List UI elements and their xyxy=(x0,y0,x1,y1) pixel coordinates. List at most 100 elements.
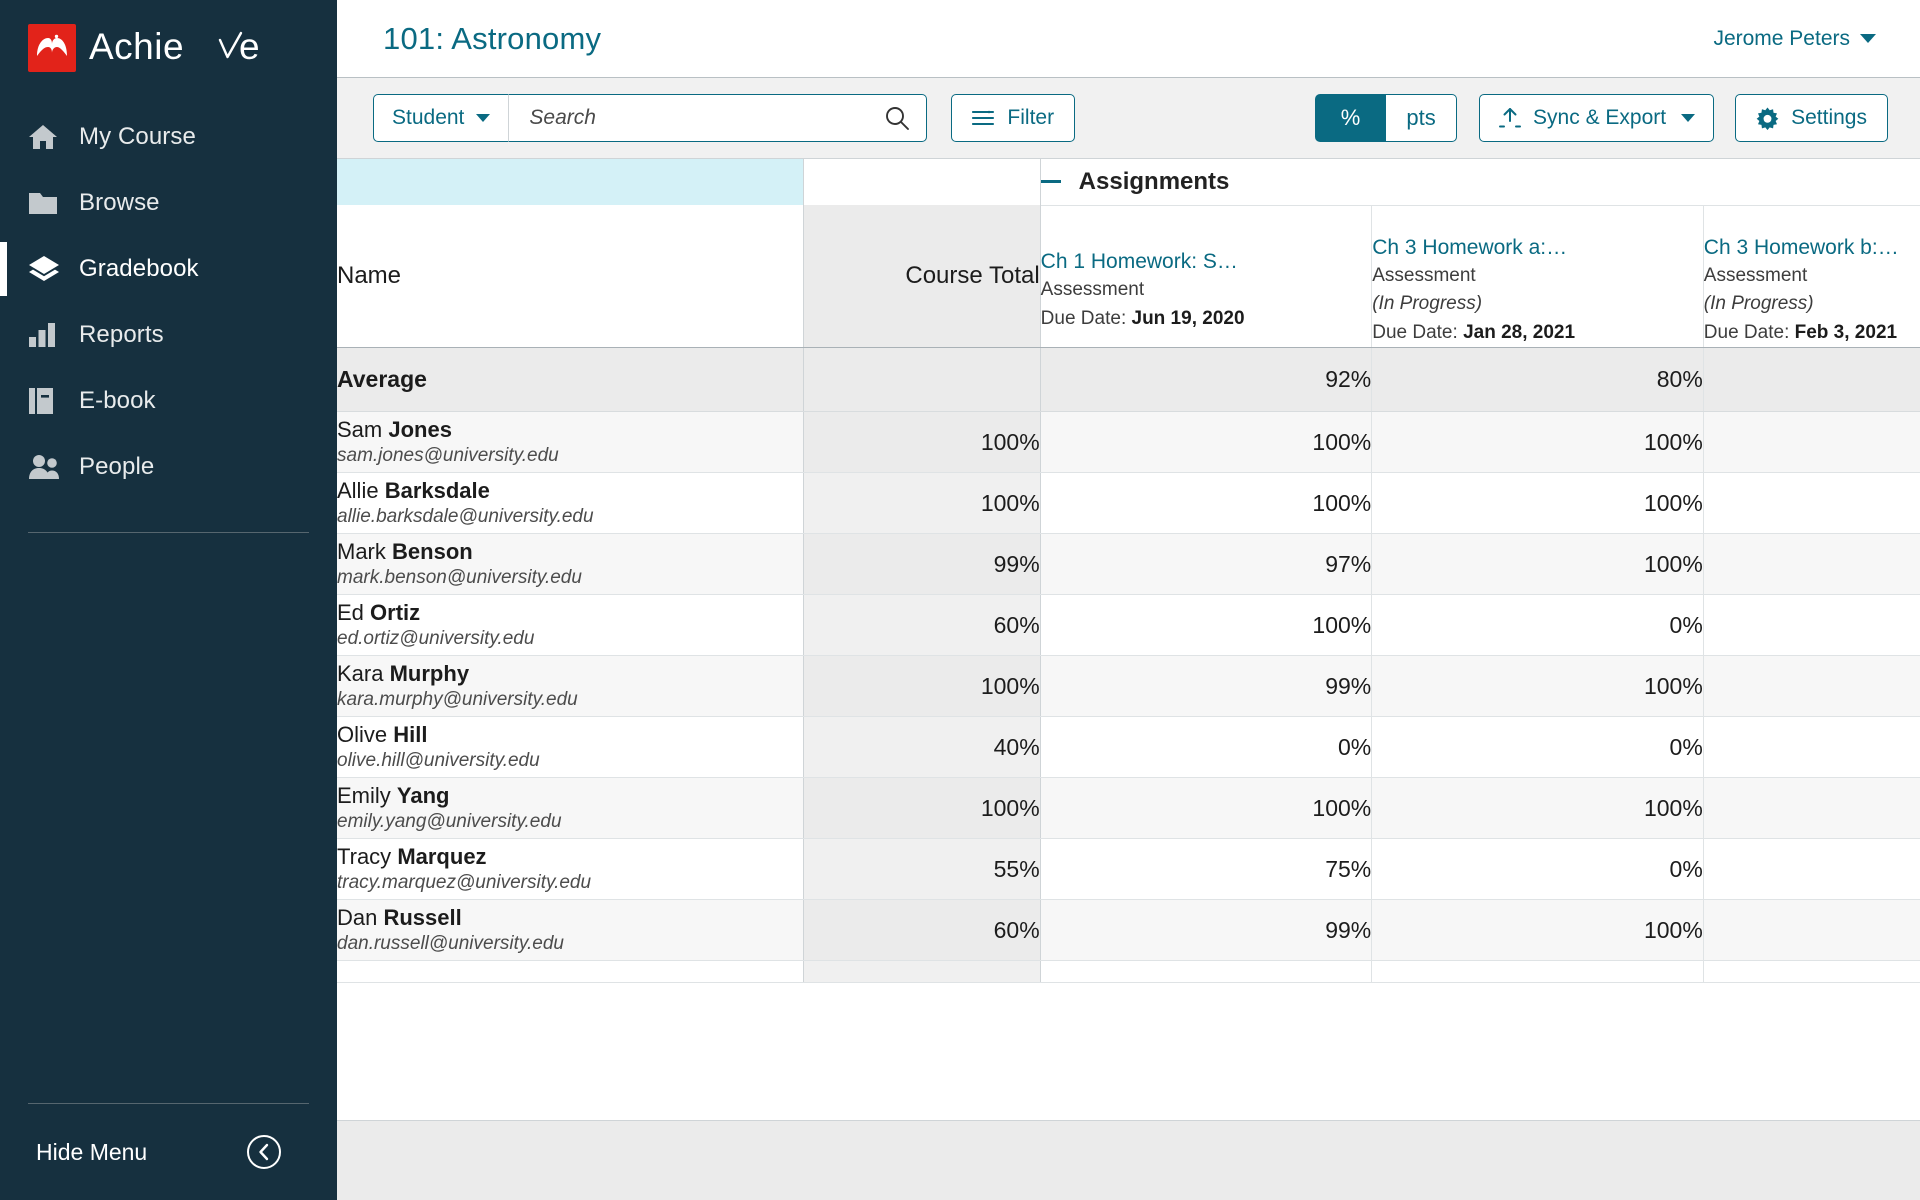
average-row: Average 92% 80% 89% 86% xyxy=(337,347,1920,413)
column-header-assignment[interactable]: Ch 3 Homework a:… Assessment (In Progres… xyxy=(1371,205,1704,349)
student-first-name: Sam xyxy=(337,416,383,442)
column-header-name[interactable]: Name xyxy=(337,205,805,349)
table-row[interactable]: Kara Murphy kara.murphy@university.edu 100… xyxy=(337,655,1920,718)
group-row-total-spacer xyxy=(803,159,1041,205)
filter-button[interactable]: Filter xyxy=(951,94,1076,142)
assignment-title-link[interactable]: Ch 1 Homework: S… xyxy=(1041,248,1372,276)
course-total-cell[interactable]: 55% xyxy=(803,838,1041,901)
student-name-cell[interactable]: Ed Ortiz ed.ortiz@university.edu xyxy=(337,594,805,657)
collapse-group-icon[interactable] xyxy=(1040,180,1061,184)
grade-cell[interactable]: 100% xyxy=(1703,472,1920,535)
grade-cell[interactable]: 0% xyxy=(1371,594,1704,657)
student-first-name: Allie xyxy=(337,477,379,503)
student-name: Allie Barksdale xyxy=(337,477,803,505)
course-total-cell[interactable]: 40% xyxy=(803,716,1041,779)
grade-cell[interactable]: 0% xyxy=(1040,716,1373,779)
table-row[interactable]: Mark Benson mark.benson@university.edu 99%… xyxy=(337,533,1920,596)
student-last-name: Barksdale xyxy=(384,477,490,503)
student-name-cell[interactable]: Sam Jones sam.jones@university.edu xyxy=(337,411,805,474)
student-last-name: Hill xyxy=(393,721,428,747)
grade-cell[interactable]: 100% xyxy=(1703,716,1920,779)
student-name-cell[interactable]: Kara Murphy kara.murphy@university.edu xyxy=(337,655,805,718)
search-input[interactable] xyxy=(529,106,885,130)
grade-cell[interactable]: 100% xyxy=(1703,411,1920,474)
student-name: Sam Jones xyxy=(337,416,803,444)
grade-cell[interactable]: 100% xyxy=(1371,899,1704,962)
unit-toggle-points[interactable]: pts xyxy=(1386,94,1458,142)
sidebar-item-browse[interactable]: Browse xyxy=(0,170,337,236)
course-total-cell[interactable]: 100% xyxy=(803,411,1041,474)
column-header-assignment[interactable]: Ch 3 Homework b:… Assessment (In Progres… xyxy=(1703,205,1920,349)
grade-cell[interactable]: 100% xyxy=(1703,655,1920,718)
assignment-title-link[interactable]: Ch 3 Homework b:… xyxy=(1704,234,1920,262)
grade-cell[interactable]: 100% xyxy=(1703,838,1920,901)
sidebar-item-people[interactable]: People xyxy=(0,434,337,500)
course-total-cell[interactable]: 99% xyxy=(803,533,1041,596)
course-total-cell[interactable]: 100% xyxy=(803,472,1041,535)
grade-cell[interactable]: 100% xyxy=(1703,533,1920,596)
grade-cell[interactable]: 100% xyxy=(1371,533,1704,596)
grade-cell[interactable]: 75% xyxy=(1040,838,1373,901)
student-last-name: Ortiz xyxy=(370,599,421,625)
search-icon[interactable] xyxy=(884,105,910,131)
grade-cell[interactable]: 100% xyxy=(1040,411,1373,474)
student-name-cell[interactable]: Olive Hill olive.hill@university.edu xyxy=(337,716,805,779)
grade-cell[interactable]: 100% xyxy=(1371,777,1704,840)
table-row[interactable]: Olive Hill olive.hill@university.edu 40% 0%… xyxy=(337,716,1920,779)
hide-menu-button[interactable]: Hide Menu xyxy=(0,1104,337,1200)
grade-cell[interactable]: 100% xyxy=(1371,411,1704,474)
student-name-cell[interactable]: Emily Yang emily.yang@university.edu xyxy=(337,777,805,840)
grade-cell[interactable]: 100% xyxy=(1371,472,1704,535)
user-menu[interactable]: Jerome Peters xyxy=(1713,27,1876,51)
course-total-cell[interactable]: 100% xyxy=(803,777,1041,840)
student-name-cell[interactable]: Mark Benson mark.benson@university.edu xyxy=(337,533,805,596)
grade-cell[interactable]: 0% xyxy=(1371,716,1704,779)
sidebar-item-reports[interactable]: Reports xyxy=(0,302,337,368)
table-row[interactable]: Emily Yang emily.yang@university.edu 100% 1… xyxy=(337,777,1920,840)
grade-cell[interactable]: 100% xyxy=(1040,594,1373,657)
sync-export-button[interactable]: Sync & Export xyxy=(1479,94,1715,142)
sidebar-item-e-book[interactable]: E-book xyxy=(0,368,337,434)
course-total-cell[interactable]: 100% xyxy=(803,655,1041,718)
bar-chart-icon xyxy=(28,322,68,348)
filter-icon xyxy=(972,109,995,127)
assignments-group-header: Assignments xyxy=(1040,159,1920,206)
unit-toggle-percent[interactable]: % xyxy=(1315,94,1387,142)
table-row[interactable]: Ed Ortiz ed.ortiz@university.edu 60% 100% 0%… xyxy=(337,594,1920,657)
grade-cell[interactable]: 100% xyxy=(1703,899,1920,962)
grade-cell[interactable]: 0% xyxy=(1371,838,1704,901)
student-name-cell[interactable]: Dan Russell dan.russell@university.edu xyxy=(337,899,805,962)
student-last-name: Murphy xyxy=(389,660,470,686)
grade-cell[interactable]: 99% xyxy=(1040,899,1373,962)
search-box[interactable] xyxy=(508,94,928,142)
grade-cell[interactable]: 99% xyxy=(1040,655,1373,718)
student-name-cell[interactable]: Tracy Marquez tracy.marquez@university.ed… xyxy=(337,838,805,901)
student-name-cell[interactable]: Allie Barksdale allie.barksdale@universit… xyxy=(337,472,805,535)
assignment-title-link[interactable]: Ch 3 Homework a:… xyxy=(1372,234,1703,262)
table-row[interactable]: Allie Barksdale allie.barksdale@universit… xyxy=(337,472,1920,535)
table-row[interactable]: Sam Jones sam.jones@university.edu 100% 100… xyxy=(337,411,1920,474)
grade-cell[interactable]: 100% xyxy=(1703,777,1920,840)
assignment-due: Due Date: Jun 19, 2020 xyxy=(1040,307,1245,329)
sidebar-item-my-course[interactable]: My Course xyxy=(0,104,337,170)
macmillan-logo-icon xyxy=(28,24,76,72)
settings-button[interactable]: Settings xyxy=(1735,94,1888,142)
grade-cell[interactable]: 100% xyxy=(1040,472,1373,535)
table-row[interactable]: Dan Russell dan.russell@university.edu 60%… xyxy=(337,899,1920,962)
grade-cell[interactable]: 100% xyxy=(1040,777,1373,840)
course-total-cell[interactable]: 60% xyxy=(803,594,1041,657)
column-header-assignment[interactable]: Ch 1 Homework: S… Assessment Due Date: J… xyxy=(1040,205,1373,349)
grade-cell[interactable]: 97% xyxy=(1040,533,1373,596)
grade-cell[interactable]: 100% xyxy=(1371,655,1704,718)
column-header-course-total[interactable]: Course Total xyxy=(803,205,1041,349)
table-row[interactable]: Tracy Marquez tracy.marquez@university.ed… xyxy=(337,838,1920,901)
table-row-partial[interactable] xyxy=(337,960,1920,984)
sidebar-item-gradebook[interactable]: Gradebook xyxy=(0,236,337,302)
student-first-name: Olive xyxy=(337,721,388,747)
gradebook-grid[interactable]: Assignments Name Course Total Ch 1 Homew… xyxy=(337,159,1920,1200)
student-filter-dropdown[interactable]: Student xyxy=(373,94,509,142)
grade-cell[interactable]: 100% xyxy=(1703,594,1920,657)
course-total-cell[interactable]: 60% xyxy=(803,899,1041,962)
brand-logo[interactable]: Achie e xyxy=(0,0,337,78)
hide-menu-label: Hide Menu xyxy=(36,1138,148,1165)
